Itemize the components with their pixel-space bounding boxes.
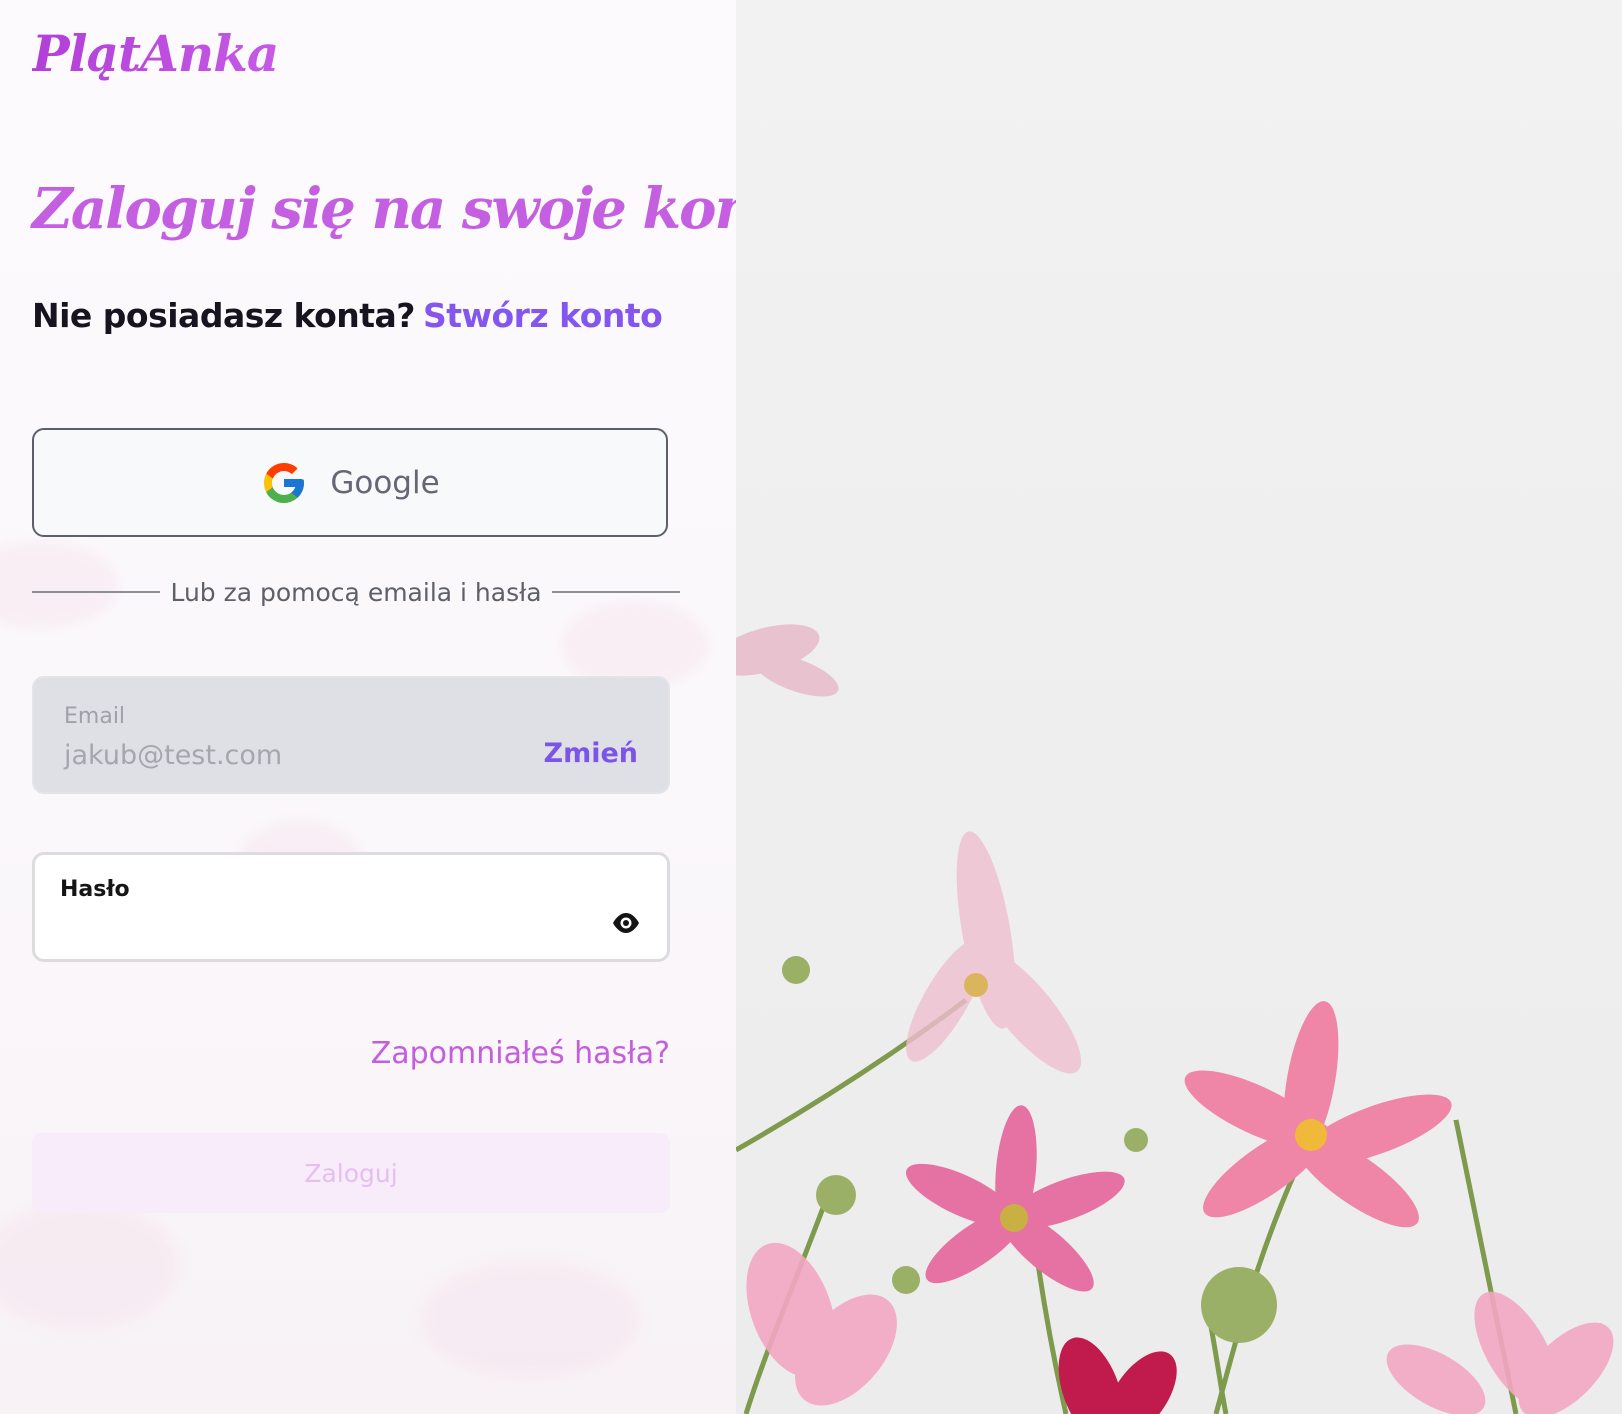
divider-text: Lub za pomocą emaila i hasła	[170, 577, 542, 607]
google-signin-button[interactable]: Google	[32, 428, 668, 537]
email-label: Email	[64, 704, 126, 729]
divider-line	[32, 591, 161, 593]
google-icon	[264, 462, 305, 503]
hero-image	[736, 0, 1622, 1414]
page-title: Zaloguj się na swoje konto	[32, 176, 736, 242]
create-account-link[interactable]: Stwórz konto	[423, 296, 663, 335]
or-divider: Lub za pomocą emaila i hasła	[32, 572, 680, 612]
login-submit-button[interactable]: Zaloguj	[32, 1133, 670, 1213]
no-account-text: Nie posiadasz konta?	[32, 296, 415, 335]
flower-illustration	[736, 624, 1614, 1414]
google-button-label: Google	[330, 464, 440, 501]
background-flower-ghost	[420, 1260, 640, 1380]
login-panel: PlątAnka Zaloguj się na swoje konto Nie …	[0, 0, 736, 1414]
login-submit-label: Zaloguj	[304, 1158, 398, 1188]
change-email-button[interactable]: Zmień	[544, 738, 639, 769]
eye-icon[interactable]	[611, 911, 641, 935]
email-value: jakub@test.com	[64, 740, 283, 771]
forgot-password-link[interactable]: Zapomniałeś hasła?	[371, 1036, 670, 1071]
email-field[interactable]: Email jakub@test.com Zmień	[32, 676, 670, 794]
signup-prompt: Nie posiadasz konta? Stwórz konto	[32, 296, 663, 335]
background-flower-ghost	[0, 1200, 180, 1330]
password-field[interactable]: Hasło	[32, 852, 670, 962]
divider-line	[551, 591, 680, 593]
brand-logo[interactable]: PlątAnka	[32, 24, 279, 83]
password-label: Hasło	[60, 877, 130, 902]
